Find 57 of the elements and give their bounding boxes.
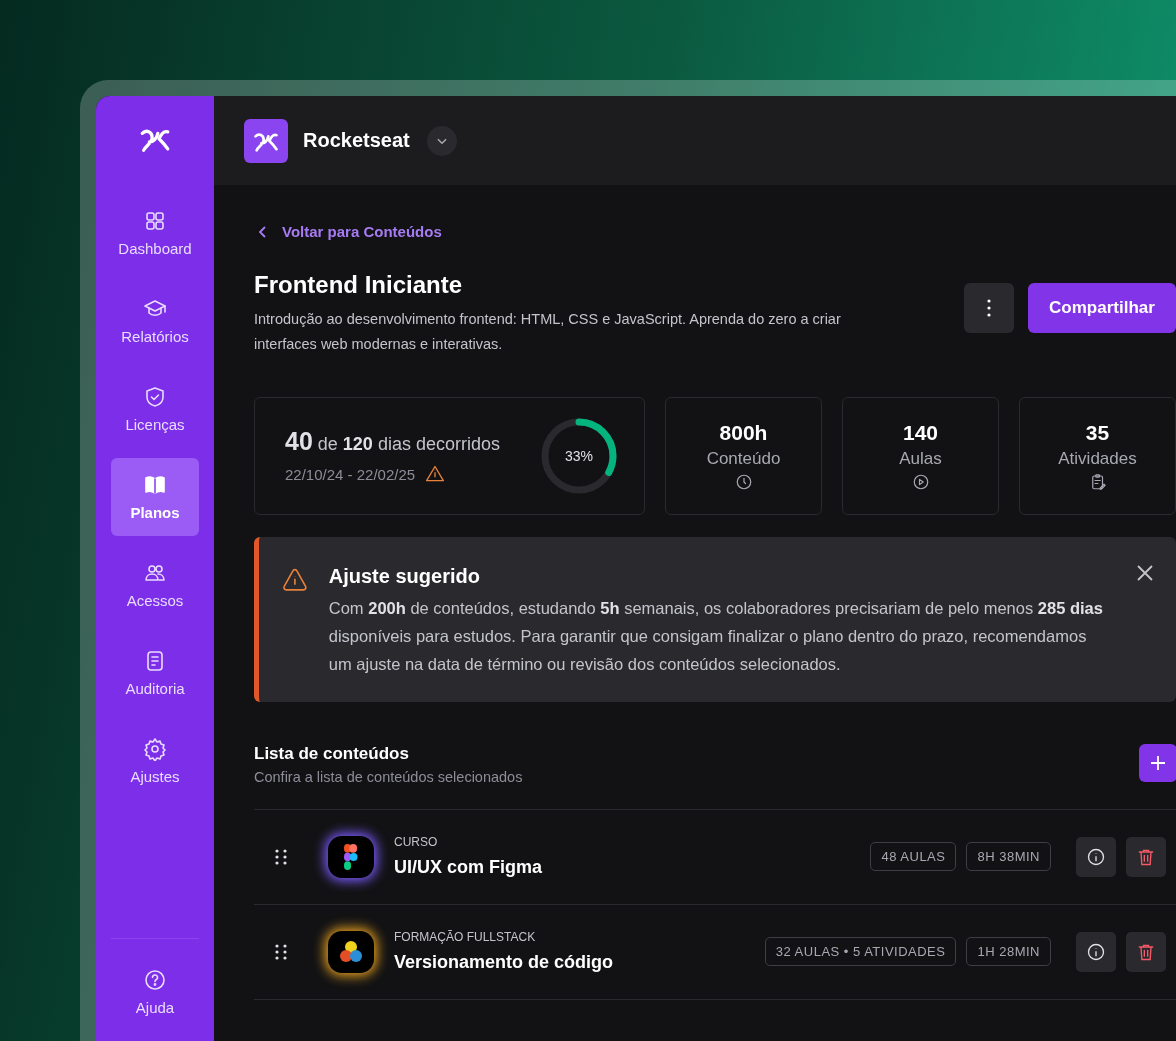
nav-item[interactable]: Ajuda: [111, 953, 199, 1031]
add-button[interactable]: [1139, 743, 1176, 782]
content-logo-icon: [328, 930, 374, 973]
stat-value: 800h: [719, 420, 768, 445]
alert-title: Ajuste sugerido: [328, 564, 481, 588]
info-icon: [1086, 941, 1106, 962]
stat-label: Conteúdo: [706, 448, 781, 469]
info-button[interactable]: [1076, 931, 1116, 972]
content-logo-icon: [328, 835, 374, 878]
clock-icon: [734, 472, 753, 491]
workspace-name: Rocketseat: [303, 129, 410, 152]
more-vertical-icon: [987, 298, 991, 317]
nav-item[interactable]: Relatórios: [111, 282, 199, 360]
plus-icon: [1149, 753, 1167, 772]
plan-title: Frontend Iniciante: [254, 270, 463, 299]
stat-label: Atividades: [1058, 448, 1137, 469]
info-icon: [1086, 846, 1106, 867]
content-tag: 8H 38MIN: [966, 842, 1051, 871]
list-subtitle: Confira a lista de conteúdos selecionados: [254, 768, 523, 785]
play-icon: [911, 472, 930, 491]
help-icon: [143, 968, 167, 992]
plan-description: Introdução ao desenvolvimento frontend: HTML, CSS e JavaScript. Aprenda do zero a criar interfaces web modernas e interativas.: [254, 309, 842, 354]
delete-button[interactable]: [1126, 931, 1166, 972]
drag-handle-icon[interactable]: [274, 847, 288, 866]
nav-item[interactable]: Planos: [111, 458, 199, 536]
delete-button[interactable]: [1126, 836, 1166, 877]
info-button[interactable]: [1076, 836, 1116, 877]
stat-label: Aulas: [899, 448, 942, 469]
back-link[interactable]: Voltar para Conteúdos: [258, 223, 442, 240]
content-tag: 48 AULAS: [870, 842, 957, 871]
share-button[interactable]: Compartilhar: [1028, 282, 1176, 333]
nav-item[interactable]: Ajustes: [111, 722, 199, 800]
content-type: FORMAÇÃO FULLSTACK: [394, 930, 537, 944]
settings-icon: [143, 737, 167, 761]
close-icon: [1134, 563, 1155, 583]
workspace-logo: [244, 118, 288, 163]
drag-handle-icon[interactable]: [274, 942, 288, 961]
content-type: CURSO: [394, 835, 439, 849]
days-elapsed: 40 de 120 dias decorridos: [285, 427, 500, 456]
nav-item[interactable]: Dashboard: [111, 194, 199, 272]
book-icon: [143, 473, 167, 497]
chevron-left-icon: [258, 224, 268, 239]
nav-item[interactable]: Licenças: [111, 370, 199, 448]
progress-percent: 33%: [565, 447, 593, 464]
alert-message: Com 200h de conteúdos, estudando 5h semanais, os colaboradores precisariam de pelo menos 285 dias disponíveis para estudos. Para garantir que consigam finalizar o plano dentro do prazo, recomendamos um ajuste na data de término ou revisão dos conteúdos selecionados.: [328, 597, 1104, 675]
list-title: Lista de conteúdos: [254, 743, 410, 764]
stat-value: 35: [1085, 420, 1110, 445]
stat-value: 140: [902, 420, 938, 445]
date-range: 22/10/24 - 22/02/25: [285, 465, 416, 483]
content-tag: 32 AULAS • 5 ATIVIDADES: [764, 937, 957, 966]
content-title: Versionamento de código: [394, 952, 614, 973]
content-title: UI/UX com Figma: [394, 857, 543, 878]
grid-icon: [143, 209, 167, 233]
content-tag: 1H 28MIN: [966, 937, 1051, 966]
shield-check-icon: [143, 385, 167, 409]
nav-item[interactable]: Auditoria: [111, 634, 199, 712]
nav-item[interactable]: Acessos: [111, 546, 199, 624]
